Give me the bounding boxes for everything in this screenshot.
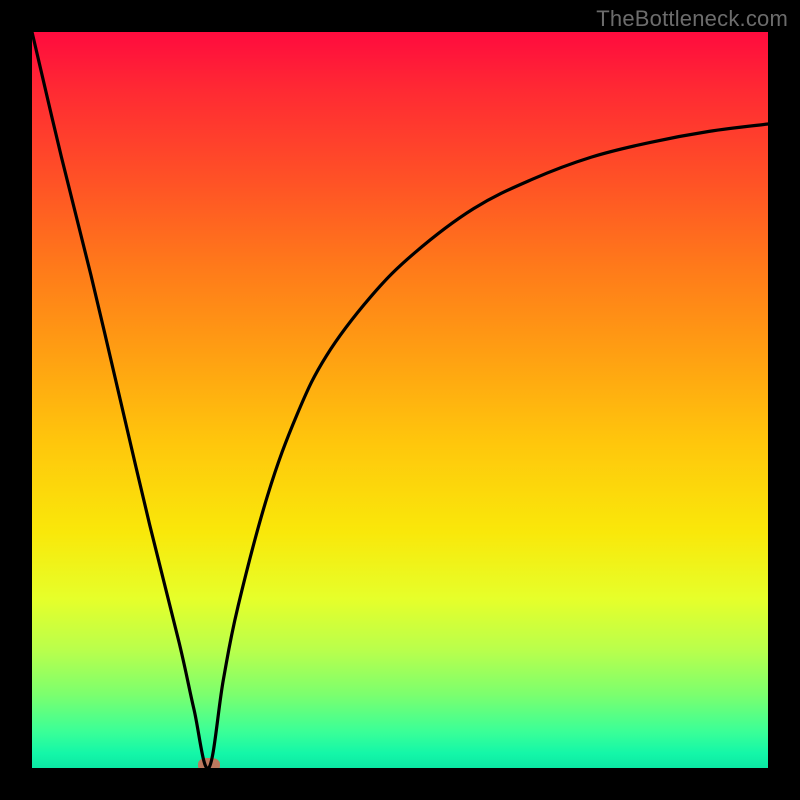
bottleneck-curve <box>32 32 768 768</box>
watermark-text: TheBottleneck.com <box>596 6 788 32</box>
chart-frame: TheBottleneck.com <box>0 0 800 800</box>
plot-area <box>32 32 768 768</box>
